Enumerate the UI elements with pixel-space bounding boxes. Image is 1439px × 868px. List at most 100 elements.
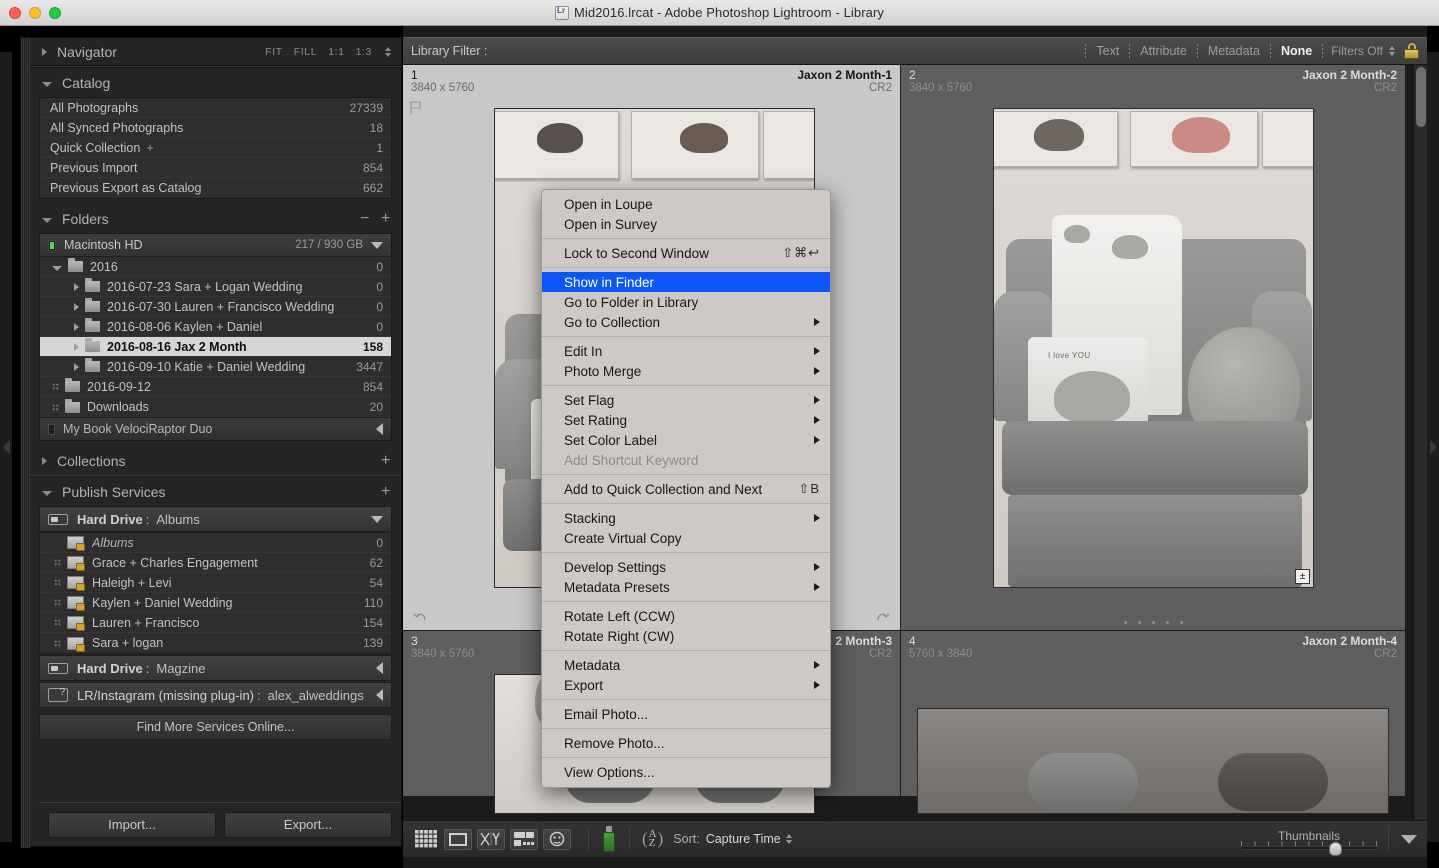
menu-item[interactable]: Create Virtual Copy: [542, 528, 830, 548]
menu-item[interactable]: Set Rating: [542, 410, 830, 430]
grid-cell-thumbnail[interactable]: [917, 708, 1389, 814]
chevron-right-icon[interactable]: [74, 302, 79, 311]
thumbnails-slider-track[interactable]: [1240, 840, 1378, 856]
chevron-left-icon[interactable]: [376, 423, 383, 435]
filters-stepper-icon[interactable]: [1389, 46, 1395, 56]
rotate-left-icon[interactable]: [413, 608, 429, 624]
menu-item[interactable]: Rotate Right (CW): [542, 626, 830, 646]
spray-can-icon[interactable]: [601, 826, 617, 852]
import-button[interactable]: Import...: [48, 811, 216, 838]
publish-collection-row[interactable]: Kaylen + Daniel Wedding 110: [40, 593, 391, 613]
grid-vertical-scrollbar[interactable]: [1413, 65, 1427, 820]
catalog-item[interactable]: Quick Collection + 1: [40, 138, 391, 158]
right-panel-collapse-handle[interactable]: [1427, 52, 1439, 842]
grid-cell-2[interactable]: 2 Jaxon 2 Month-2 3840 x 5760 CR2 I love…: [901, 65, 1405, 630]
zoom-fill-button[interactable]: FILL: [294, 46, 317, 58]
menu-item[interactable]: Set Color Label: [542, 430, 830, 450]
thumbnails-slider[interactable]: Thumbnails: [1240, 829, 1378, 856]
publish-dots-icon[interactable]: [54, 559, 61, 566]
loupe-view-icon[interactable]: [444, 828, 472, 850]
publish-service-lr-instagram[interactable]: LR/Instagram (missing plug-in) : alex_al…: [39, 682, 392, 708]
publish-dots-icon[interactable]: [54, 619, 61, 626]
export-button[interactable]: Export...: [224, 811, 392, 838]
folder-row[interactable]: 2016-09-12 854: [40, 377, 391, 397]
menu-item[interactable]: View Options...: [542, 762, 830, 782]
folder-row[interactable]: 2016 0: [40, 257, 391, 277]
chevron-down-icon[interactable]: [52, 265, 62, 271]
catalog-item[interactable]: All Synced Photographs 18: [40, 118, 391, 138]
folder-row[interactable]: 2016-07-23 Sara + Logan Wedding 0: [40, 277, 391, 297]
folder-row[interactable]: 2016-08-06 Kaylen + Daniel 0: [40, 317, 391, 337]
publish-dots-icon[interactable]: [54, 639, 61, 647]
zoom-1-3-button[interactable]: 1:3: [356, 46, 372, 58]
folder-row[interactable]: 2016-09-10 Katie + Daniel Wedding 3447: [40, 357, 391, 377]
zoom-fit-button[interactable]: FIT: [265, 46, 283, 58]
catalog-header[interactable]: Catalog: [30, 69, 401, 97]
chevron-right-icon[interactable]: [74, 322, 79, 331]
menu-item[interactable]: Email Photo...: [542, 704, 830, 724]
folder-dots-icon[interactable]: [52, 383, 59, 390]
filters-state-label[interactable]: Filters Off: [1331, 44, 1383, 58]
drive-row-my-book[interactable]: My Book VelociRaptor Duo: [40, 417, 391, 440]
rotate-right-icon[interactable]: [874, 608, 890, 624]
chevron-right-icon[interactable]: [74, 282, 79, 291]
folder-dots-icon[interactable]: [52, 403, 59, 411]
chevron-down-icon[interactable]: [371, 515, 383, 523]
grid-cell-thumbnail[interactable]: I love YOU ±: [993, 108, 1314, 588]
menu-item[interactable]: Photo Merge: [542, 361, 830, 381]
remove-folder-button[interactable]: −: [360, 210, 370, 228]
menu-item[interactable]: Lock to Second Window ⇧⌘↩: [542, 243, 830, 263]
publish-collection-row[interactable]: Albums 0: [40, 533, 391, 553]
publish-collection-row[interactable]: Grace + Charles Engagement 62: [40, 553, 391, 573]
chevron-left-icon[interactable]: [376, 689, 383, 701]
people-view-icon[interactable]: [543, 828, 571, 850]
folder-row[interactable]: 2016-07-30 Lauren + Francisco Wedding 0: [40, 297, 391, 317]
add-collection-button[interactable]: +: [381, 452, 391, 470]
menu-item[interactable]: Rotate Left (CCW): [542, 606, 830, 626]
scrollbar-thumb[interactable]: [1416, 67, 1426, 127]
zoom-stepper-icon[interactable]: [385, 46, 391, 57]
chevron-right-icon[interactable]: [74, 362, 79, 371]
find-more-services-button[interactable]: Find More Services Online...: [39, 714, 392, 740]
menu-item[interactable]: Set Flag: [542, 390, 830, 410]
folder-row[interactable]: Downloads 20: [40, 397, 391, 417]
menu-item[interactable]: Export: [542, 675, 830, 695]
left-panel-collapse-handle[interactable]: [0, 52, 12, 842]
catalog-item[interactable]: Previous Import 854: [40, 158, 391, 178]
menu-item[interactable]: Metadata Presets: [542, 577, 830, 597]
lock-icon[interactable]: [1404, 43, 1419, 59]
menu-item[interactable]: Open in Survey: [542, 214, 830, 234]
drive-row-macintosh-hd[interactable]: Macintosh HD 217 / 930 GB: [40, 234, 391, 257]
quick-collection-plus-icon[interactable]: +: [146, 141, 153, 155]
publish-service-hard-drive-magzine[interactable]: Hard Drive : Magzine: [39, 655, 392, 681]
compare-view-icon[interactable]: [477, 828, 505, 850]
menu-item[interactable]: Open in Loupe: [542, 194, 830, 214]
filter-tab-metadata[interactable]: Metadata: [1206, 44, 1262, 58]
chevron-down-icon[interactable]: [1401, 834, 1417, 844]
publish-collection-row[interactable]: Sara + logan 139: [40, 633, 391, 653]
zoom-1-1-button[interactable]: 1:1: [328, 46, 344, 58]
publish-service-hard-drive-albums[interactable]: Hard Drive : Albums: [39, 506, 392, 532]
add-publish-service-button[interactable]: +: [381, 483, 391, 501]
left-panel-scroll-grip[interactable]: [21, 38, 30, 848]
survey-view-icon[interactable]: [510, 828, 538, 850]
chevron-down-icon[interactable]: [371, 241, 383, 249]
publish-dots-icon[interactable]: [54, 599, 61, 606]
chevron-left-icon[interactable]: [376, 662, 383, 674]
slider-knob[interactable]: [1329, 841, 1342, 856]
rating-dots[interactable]: [901, 621, 1405, 624]
catalog-item[interactable]: All Photographs 27339: [40, 98, 391, 118]
publish-collection-row[interactable]: Lauren + Francisco 154: [40, 613, 391, 633]
menu-item[interactable]: Add to Quick Collection and Next ⇧B: [542, 479, 830, 499]
publish-dots-icon[interactable]: [54, 579, 61, 586]
menu-item[interactable]: Develop Settings: [542, 557, 830, 577]
grid-cell-4[interactable]: 4 Jaxon 2 Month-4 5760 x 3840 CR2: [901, 631, 1405, 814]
folders-header[interactable]: Folders − +: [30, 205, 401, 233]
publish-collection-row[interactable]: Haleigh + Levi 54: [40, 573, 391, 593]
chevron-right-icon[interactable]: [74, 342, 79, 351]
menu-item[interactable]: Metadata: [542, 655, 830, 675]
menu-item[interactable]: Show in Finder: [542, 272, 830, 292]
sort-stepper-icon[interactable]: [785, 834, 792, 844]
az-sort-icon[interactable]: (A Z): [642, 829, 663, 849]
filter-tab-attribute[interactable]: Attribute: [1138, 44, 1189, 58]
